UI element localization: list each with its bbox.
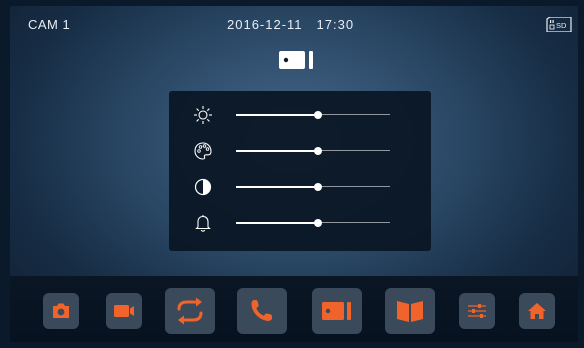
video-icon xyxy=(114,305,134,317)
contrast-slider-row[interactable] xyxy=(169,173,431,201)
contrast-icon xyxy=(194,178,212,196)
status-bar: CAM 1 2016-12-11 17:30 SD xyxy=(10,6,578,32)
camera-label: CAM 1 xyxy=(28,17,71,32)
color-slider-fill xyxy=(236,150,318,152)
contrast-slider-fill xyxy=(236,186,318,188)
brightness-slider-fill xyxy=(236,114,318,116)
brightness-slider-row[interactable] xyxy=(169,101,431,129)
book-icon xyxy=(397,301,423,322)
image-adjust-panel xyxy=(169,91,431,251)
bottom-toolbar xyxy=(10,276,578,342)
monitor-icon xyxy=(322,302,351,320)
snapshot-button[interactable] xyxy=(43,293,79,329)
color-slider-rest xyxy=(318,150,390,151)
bell-icon xyxy=(195,215,211,232)
switch-icon xyxy=(177,297,203,325)
date-label: 2016-12-11 xyxy=(227,17,303,32)
camera-icon xyxy=(53,303,69,318)
settings-icon xyxy=(468,304,486,318)
intercom-screen: CAM 1 2016-12-11 17:30 SD xyxy=(10,6,578,342)
color-slider-row[interactable] xyxy=(169,137,431,165)
call-button[interactable] xyxy=(237,288,287,334)
datetime: 2016-12-11 17:30 xyxy=(227,17,354,32)
contrast-slider[interactable] xyxy=(236,183,390,191)
records-button[interactable] xyxy=(385,288,435,334)
home-icon xyxy=(528,303,546,319)
phone-icon xyxy=(251,300,272,321)
volume-slider-row[interactable] xyxy=(169,209,431,237)
sd-card-icon: SD xyxy=(546,17,572,32)
record-video-button[interactable] xyxy=(106,293,142,329)
volume-slider-fill xyxy=(236,222,318,224)
monitor-button[interactable] xyxy=(312,288,362,334)
storage-badge: SD xyxy=(556,21,567,30)
color-slider-knob[interactable] xyxy=(314,147,322,155)
color-slider[interactable] xyxy=(236,147,390,155)
volume-slider-rest xyxy=(318,222,390,223)
brightness-icon xyxy=(194,106,212,124)
camera-monitor-icon xyxy=(279,51,313,69)
time-label: 17:30 xyxy=(316,17,355,32)
contrast-slider-knob[interactable] xyxy=(314,183,322,191)
volume-slider[interactable] xyxy=(236,219,390,227)
home-button[interactable] xyxy=(519,293,555,329)
brightness-slider-knob[interactable] xyxy=(314,111,322,119)
brightness-slider-rest xyxy=(318,114,390,115)
settings-button[interactable] xyxy=(459,293,495,329)
volume-slider-knob[interactable] xyxy=(314,219,322,227)
switch-camera-button[interactable] xyxy=(165,288,215,334)
brightness-slider[interactable] xyxy=(236,111,390,119)
color-palette-icon xyxy=(194,142,212,160)
contrast-slider-rest xyxy=(318,186,390,187)
